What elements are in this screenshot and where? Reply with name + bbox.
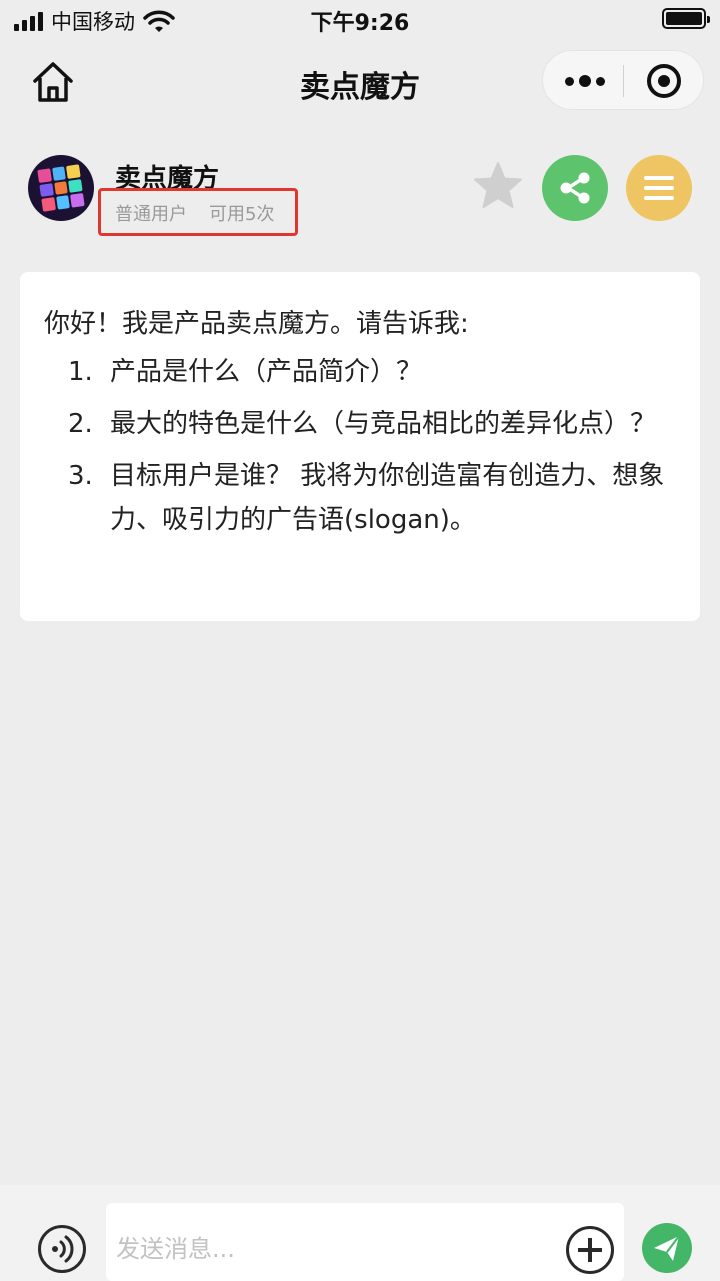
status-time: 下午9:26 [310,11,410,36]
input-bar: 发送消息... [0,1185,720,1281]
share-button[interactable] [542,155,608,221]
list-item-text: 目标用户是谁？ 我将为你创造富有创造力、想象力、吸引力的广告语(slogan)。 [110,461,665,535]
message-intro: 你好！我是产品卖点魔方。请告诉我: [44,309,469,339]
list-item: 2. 最大的特色是什么（与竞品相比的差异化点）？ [44,402,676,446]
menu-button[interactable] [626,155,692,221]
send-icon [654,1235,680,1261]
user-level: 普通用户 [115,204,187,225]
voice-button[interactable] [38,1225,86,1273]
bot-message-card: 你好！我是产品卖点魔方。请告诉我: 1. 产品是什么（产品简介）？ 2. 最大的… [20,272,700,621]
more-icon[interactable] [565,67,605,95]
message-input-placeholder: 发送消息... [116,1235,235,1263]
list-item-number: 1. [68,357,93,387]
list-item: 1. 产品是什么（产品简介）？ [44,350,676,394]
send-button[interactable] [642,1223,692,1273]
list-item-number: 2. [68,409,93,439]
close-icon[interactable] [647,64,681,98]
usage-quota: 可用5次 [209,204,275,225]
list-item: 3. 目标用户是谁？ 我将为你创造富有创造力、想象力、吸引力的广告语(sloga… [44,454,676,542]
mini-program-capsule [542,50,704,110]
rubiks-cube-avatar [28,155,94,221]
voice-icon [52,1235,74,1263]
list-item-text: 产品是什么（产品简介）？ [110,357,423,387]
status-bar: 中国移动 下午9:26 [0,0,720,40]
capsule-divider [623,65,624,97]
bot-header: 卖点魔方 普通用户 可用5次 [0,150,720,240]
list-item-text: 最大的特色是什么（与竞品相比的差异化点）？ [110,409,657,439]
battery-icon [662,8,710,29]
nav-bar: 卖点魔方 [0,44,720,118]
list-item-number: 3. [68,461,93,491]
plus-icon[interactable] [566,1226,614,1274]
star-icon[interactable] [472,160,524,212]
user-info-highlight: 普通用户 可用5次 [98,188,298,236]
share-icon [560,172,590,204]
cube-graphic [37,164,85,212]
message-list: 1. 产品是什么（产品简介）？ 2. 最大的特色是什么（与竞品相比的差异化点）？… [44,350,676,542]
message-input[interactable]: 发送消息... [106,1203,624,1281]
chat-screen: 中国移动 下午9:26 卖点魔方 卖点魔方 普通用户 可用5次 你好！我是产品卖… [0,0,720,1281]
